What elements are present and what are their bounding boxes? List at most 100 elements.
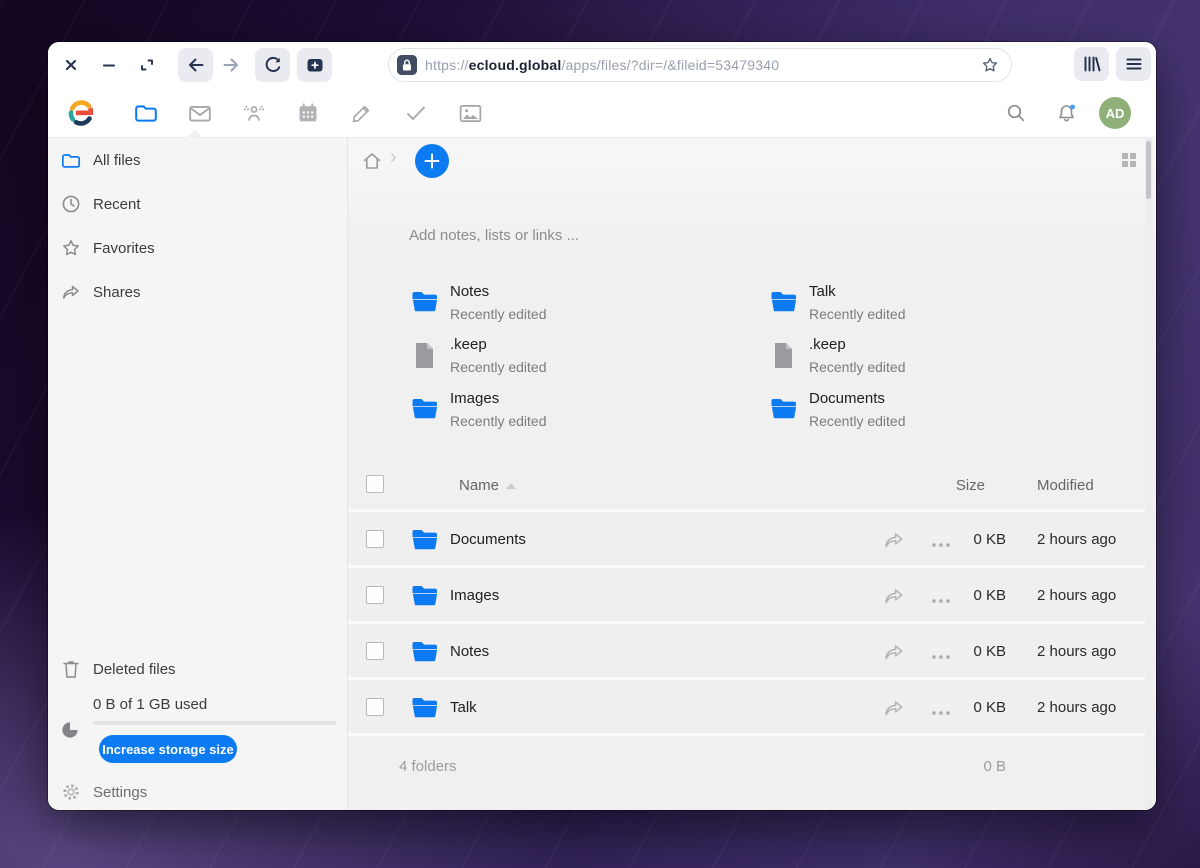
row-actions-button[interactable] bbox=[931, 536, 951, 544]
sidebar-item-label: Settings bbox=[93, 784, 147, 801]
table-row[interactable]: Documents 0 KB 2 hours ago bbox=[348, 509, 1145, 565]
recent-item[interactable]: Talk Recently edited bbox=[770, 282, 1100, 328]
share-button[interactable] bbox=[883, 530, 905, 550]
sidebar-item-settings[interactable]: Settings bbox=[48, 770, 347, 810]
recent-item[interactable]: Documents Recently edited bbox=[770, 389, 1100, 435]
folder-icon bbox=[411, 585, 438, 612]
app-contacts[interactable] bbox=[236, 95, 272, 131]
plus-icon bbox=[424, 153, 440, 169]
sidebar-item-deleted-files[interactable]: Deleted files bbox=[48, 647, 347, 691]
hamburger-menu-icon bbox=[1124, 54, 1144, 74]
file-modified: 2 hours ago bbox=[1037, 531, 1116, 548]
reload-button[interactable] bbox=[255, 48, 290, 82]
recent-item-status: Recently edited bbox=[450, 359, 547, 375]
folder-count: 4 folders bbox=[399, 758, 457, 775]
library-button[interactable] bbox=[1074, 47, 1109, 81]
file-name: Images bbox=[450, 587, 499, 604]
table-row[interactable]: Notes 0 KB 2 hours ago bbox=[348, 621, 1145, 677]
row-checkbox[interactable] bbox=[366, 642, 384, 660]
screenshot-button[interactable] bbox=[297, 48, 332, 82]
table-row[interactable]: Talk 0 KB 2 hours ago bbox=[348, 677, 1145, 733]
row-actions-button[interactable] bbox=[931, 648, 951, 656]
grid-view-toggle[interactable] bbox=[1120, 151, 1138, 169]
share-arrow-icon bbox=[61, 283, 81, 301]
recent-item[interactable]: .keep Recently edited bbox=[770, 335, 1100, 381]
window-maximize-button[interactable] bbox=[137, 55, 157, 75]
storage-usage-text: 0 B of 1 GB used bbox=[93, 696, 207, 713]
file-size: 0 KB bbox=[973, 531, 1006, 548]
sidebar-item-all-files[interactable]: All files bbox=[48, 138, 347, 182]
file-table-header: Name Size Modified bbox=[348, 460, 1145, 509]
forward-button[interactable] bbox=[213, 48, 248, 82]
file-size: 0 KB bbox=[973, 699, 1006, 716]
row-checkbox[interactable] bbox=[366, 530, 384, 548]
recent-item[interactable]: .keep Recently edited bbox=[411, 335, 741, 381]
back-button[interactable] bbox=[178, 48, 213, 82]
window-minimize-button[interactable] bbox=[99, 55, 119, 75]
folder-icon bbox=[61, 152, 81, 169]
sidebar-item-shares[interactable]: Shares bbox=[48, 270, 347, 314]
share-button[interactable] bbox=[883, 586, 905, 606]
folder-icon bbox=[770, 398, 797, 425]
scrollbar-thumb[interactable] bbox=[1146, 141, 1151, 199]
notes-input[interactable]: Add notes, lists or links ... bbox=[409, 227, 1009, 244]
contacts-app-icon bbox=[242, 103, 266, 123]
recent-item-name: Talk bbox=[809, 283, 836, 300]
search-icon bbox=[1006, 103, 1026, 123]
pencil-notes-app-icon bbox=[351, 102, 373, 124]
file-modified: 2 hours ago bbox=[1037, 699, 1116, 716]
new-file-button[interactable] bbox=[415, 144, 449, 178]
row-actions-button[interactable] bbox=[931, 592, 951, 600]
recent-item-name: .keep bbox=[809, 336, 846, 353]
library-icon bbox=[1082, 54, 1102, 74]
app-mail[interactable] bbox=[182, 95, 218, 131]
window-close-button[interactable] bbox=[61, 55, 81, 75]
bookmark-button[interactable] bbox=[981, 56, 999, 74]
bookmark-star-icon bbox=[981, 56, 999, 74]
app-calendar[interactable] bbox=[290, 95, 326, 131]
avatar[interactable]: AD bbox=[1099, 97, 1131, 129]
clock-icon bbox=[61, 194, 81, 214]
table-row[interactable]: Images 0 KB 2 hours ago bbox=[348, 565, 1145, 621]
sidebar-item-label: Favorites bbox=[93, 240, 155, 257]
recent-item-name: .keep bbox=[450, 336, 487, 353]
folder-icon bbox=[770, 291, 797, 318]
recent-item[interactable]: Images Recently edited bbox=[411, 389, 741, 435]
breadcrumb-home-button[interactable] bbox=[360, 149, 384, 173]
file-table-footer: 4 folders 0 B bbox=[348, 733, 1145, 793]
storage-progress-bar[interactable] bbox=[93, 721, 336, 725]
select-all-checkbox[interactable] bbox=[366, 475, 384, 493]
app-files[interactable] bbox=[128, 95, 164, 131]
row-actions-button[interactable] bbox=[931, 704, 951, 712]
scrollbar-track[interactable] bbox=[1145, 138, 1152, 810]
app-tasks[interactable] bbox=[398, 95, 434, 131]
column-header-modified[interactable]: Modified bbox=[1037, 477, 1094, 494]
search-button[interactable] bbox=[998, 95, 1034, 131]
sidebar-item-recent[interactable]: Recent bbox=[48, 182, 347, 226]
app-gallery[interactable] bbox=[452, 95, 488, 131]
folder-icon bbox=[411, 697, 438, 724]
file-icon bbox=[414, 342, 435, 374]
grid-view-icon bbox=[1120, 151, 1138, 169]
notifications-button[interactable] bbox=[1048, 95, 1084, 131]
row-checkbox[interactable] bbox=[366, 698, 384, 716]
column-header-name[interactable]: Name bbox=[459, 477, 499, 494]
column-header-size[interactable]: Size bbox=[956, 477, 985, 494]
files-app-icon bbox=[134, 103, 158, 123]
total-size: 0 B bbox=[983, 758, 1006, 775]
ecloud-logo[interactable] bbox=[63, 95, 99, 131]
share-button[interactable] bbox=[883, 698, 905, 718]
recent-item-status: Recently edited bbox=[809, 306, 906, 322]
row-checkbox[interactable] bbox=[366, 586, 384, 604]
app-notes[interactable] bbox=[344, 95, 380, 131]
url-bar[interactable]: https://ecloud.global/apps/files/?dir=/&… bbox=[388, 48, 1012, 82]
browser-menu-button[interactable] bbox=[1116, 47, 1151, 81]
share-button[interactable] bbox=[883, 642, 905, 662]
increase-storage-button[interactable]: Increase storage size bbox=[99, 735, 237, 763]
maximize-icon bbox=[139, 57, 155, 73]
close-icon bbox=[64, 58, 78, 72]
sidebar-item-label: All files bbox=[93, 152, 141, 169]
sidebar-item-favorites[interactable]: Favorites bbox=[48, 226, 347, 270]
recent-item[interactable]: Notes Recently edited bbox=[411, 282, 741, 328]
app-header: AD bbox=[48, 88, 1156, 138]
